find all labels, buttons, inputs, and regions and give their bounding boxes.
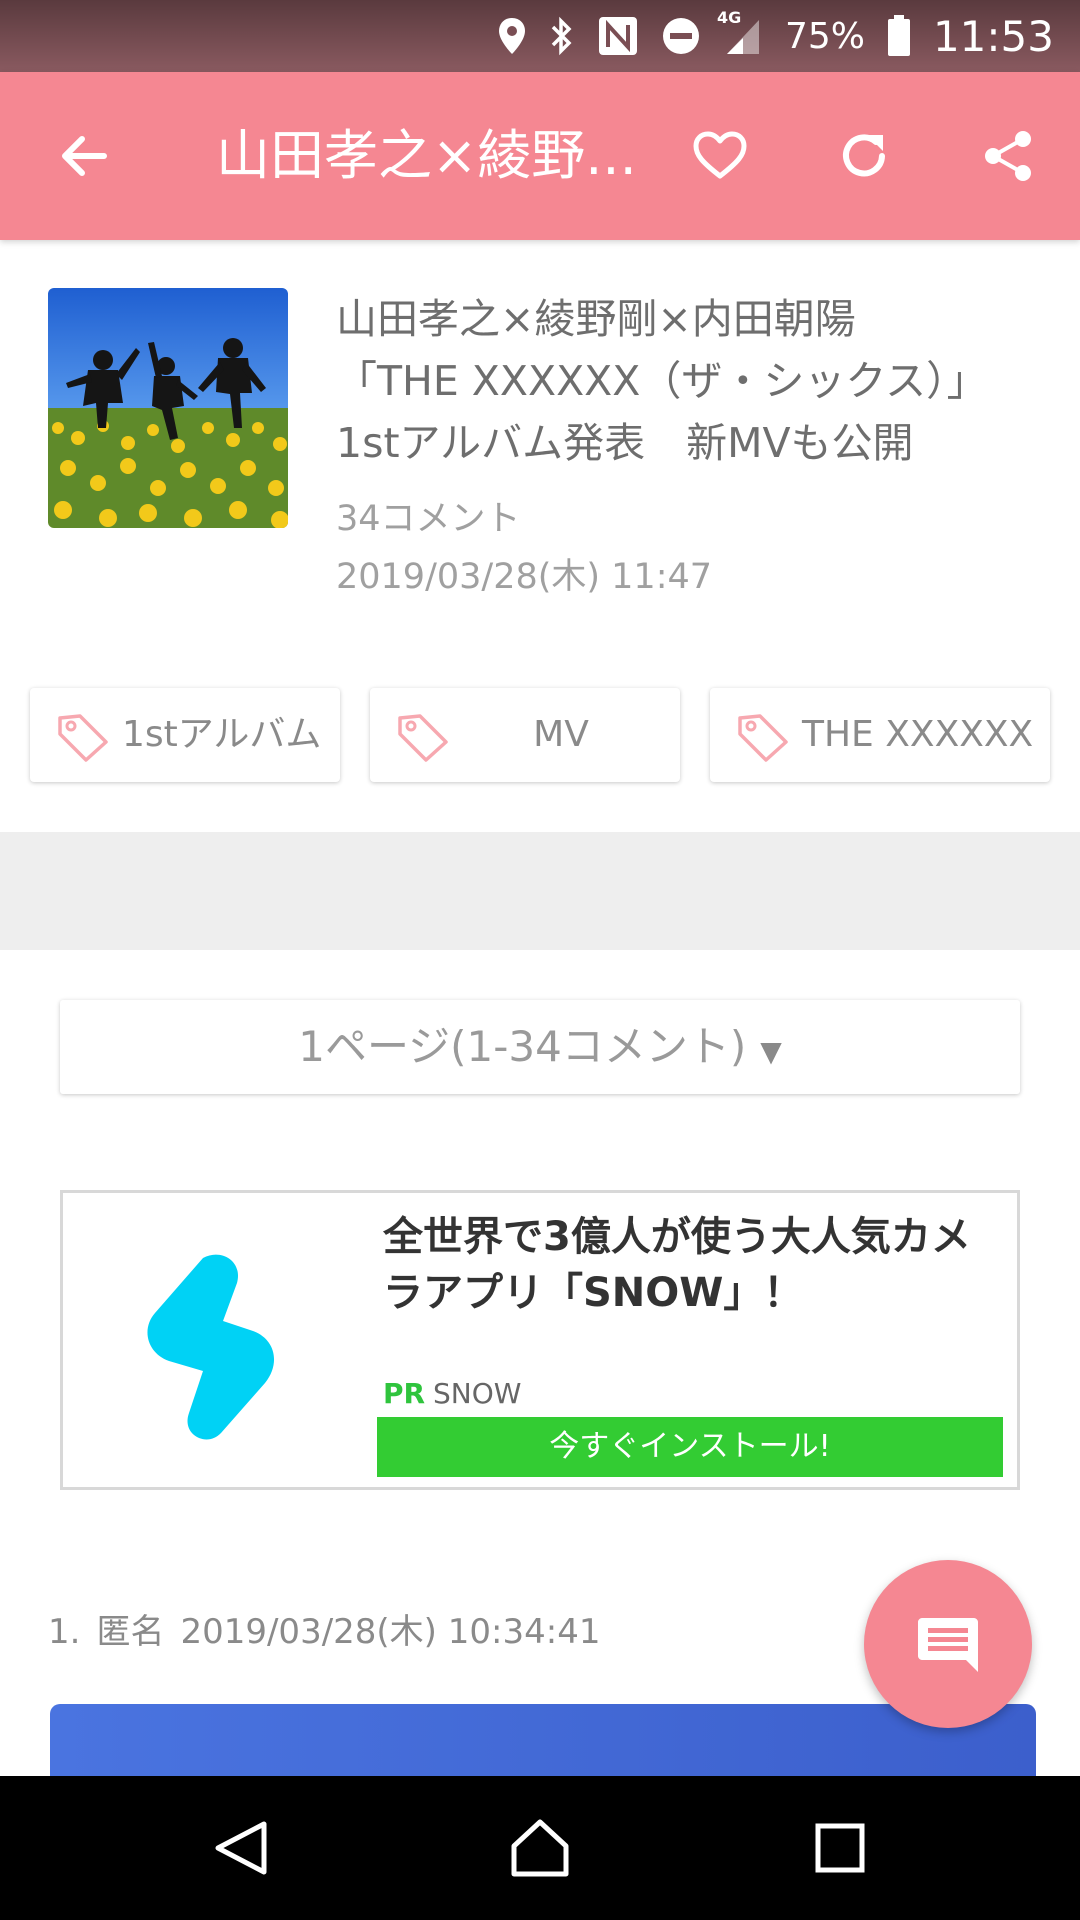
comment-header: 1. 匿名 2019/03/28(木) 10:34:41 xyxy=(48,1604,616,1653)
battery-icon xyxy=(887,15,911,57)
signal-icon: 4G xyxy=(717,8,763,56)
tag-label: 1stアルバム xyxy=(122,714,322,755)
ad-pr-badge: PR xyxy=(383,1377,426,1410)
tag-mv[interactable]: MV xyxy=(370,688,680,782)
do-not-disturb-icon xyxy=(661,16,701,56)
share-button[interactable] xyxy=(968,116,1048,196)
back-arrow-icon xyxy=(62,136,107,176)
refresh-button[interactable] xyxy=(824,116,904,196)
comment-icon xyxy=(918,1618,978,1672)
page-title: 山田孝之×綾野... xyxy=(216,124,637,187)
tag-label: THE XXXXXX xyxy=(802,714,1034,755)
back-button[interactable] xyxy=(44,116,124,196)
snow-logo-icon xyxy=(147,1254,275,1440)
back-icon xyxy=(215,1821,267,1875)
comment-number: 1. xyxy=(48,1612,81,1652)
battery-percent: 75% xyxy=(784,15,865,57)
ad-headline: 全世界で3億人が使う大人気カメラアプリ「SNOW」！ xyxy=(383,1214,971,1316)
tag-1st-album[interactable]: 1stアルバム xyxy=(30,688,340,782)
refresh-icon xyxy=(843,134,885,177)
tag-the-xxxxxx[interactable]: THE XXXXXX xyxy=(710,688,1050,782)
article-title-line: 1stアルバム発表 新MVも公開 xyxy=(336,419,914,467)
write-comment-button[interactable] xyxy=(864,1560,1032,1728)
section-divider xyxy=(0,832,1080,950)
location-icon xyxy=(497,16,527,56)
comment-count: 34コメント xyxy=(336,499,521,539)
ad-banner[interactable]: 全世界で3億人が使う大人気カメラアプリ「SNOW」！ PR SNOW 今すぐイン… xyxy=(60,1190,1020,1490)
recents-icon xyxy=(815,1823,865,1873)
page-selector-dropdown[interactable]: 1ページ(1-34コメント) ▼ xyxy=(60,1000,1020,1094)
nav-back-button[interactable] xyxy=(200,1808,280,1888)
nav-recents-button[interactable] xyxy=(800,1808,880,1888)
comment-timestamp: 2019/03/28(木) 10:34:41 xyxy=(180,1612,601,1652)
heart-icon xyxy=(693,131,747,179)
comment-image[interactable] xyxy=(50,1704,1036,1784)
tag-icon xyxy=(738,714,788,762)
ad-advertiser: SNOW xyxy=(433,1377,522,1410)
tag-icon xyxy=(398,714,448,762)
tag-icon xyxy=(58,714,108,762)
bluetooth-icon xyxy=(549,16,575,56)
comment-author: 匿名 xyxy=(96,1612,165,1652)
page-selector-label: 1ページ(1-34コメント) xyxy=(298,1022,747,1071)
tag-label: MV xyxy=(533,714,589,755)
nav-home-button[interactable] xyxy=(500,1808,580,1888)
app-bar: 山田孝之×綾野... xyxy=(0,72,1080,240)
article-thumbnail[interactable] xyxy=(48,288,288,528)
status-icons: 4G 75% 11:53 xyxy=(497,0,1054,72)
article-date: 2019/03/28(木) 11:47 xyxy=(336,557,713,597)
article-title-line: 「THE XXXXXX（ザ・シックス）」 xyxy=(336,357,988,405)
share-icon xyxy=(985,131,1031,181)
network-type-label: 4G xyxy=(716,8,742,27)
system-nav-bar xyxy=(0,1776,1080,1920)
article-title-line: 山田孝之×綾野剛×内田朝陽 xyxy=(336,295,856,343)
chevron-down-icon: ▼ xyxy=(760,1035,782,1068)
home-icon xyxy=(511,1819,569,1877)
nfc-icon xyxy=(597,15,639,57)
install-button[interactable]: 今すぐインストール! xyxy=(377,1417,1003,1477)
article-title: 山田孝之×綾野剛×内田朝陽 「THE XXXXXX（ザ・シックス）」 1stアル… xyxy=(336,288,1026,474)
favorite-button[interactable] xyxy=(680,116,760,196)
clock: 11:53 xyxy=(932,11,1054,61)
status-bar: 4G 75% 11:53 xyxy=(0,0,1080,72)
